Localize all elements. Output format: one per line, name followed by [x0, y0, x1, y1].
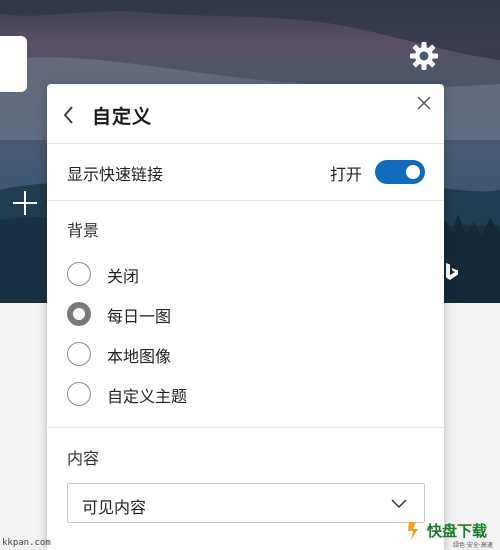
background-option-daily-image[interactable]: 每日一图: [67, 300, 367, 330]
customize-panel: 自定义 显示快速链接 打开 背景 关闭 每日一图 本地图像 自定义主题 内容 可…: [47, 84, 444, 550]
watermark-logo: 快盘下载 绿色·安全·高速: [407, 518, 500, 550]
radio-label: 自定义主题: [107, 387, 188, 406]
content-section-title: 内容: [67, 449, 100, 468]
radio-label: 关闭: [107, 267, 140, 286]
radio-button[interactable]: [67, 382, 91, 406]
back-chevron-icon[interactable]: [61, 104, 77, 126]
chevron-down-icon: [390, 496, 408, 510]
quick-links-state-label: 打开: [330, 165, 363, 184]
radio-button[interactable]: [67, 342, 91, 366]
kuaipan-logo-icon: [407, 518, 427, 542]
background-option-off[interactable]: 关闭: [67, 260, 367, 290]
panel-title: 自定义: [92, 106, 153, 128]
content-select[interactable]: 可见内容: [67, 483, 425, 523]
background-option-custom-theme[interactable]: 自定义主题: [67, 380, 367, 410]
watermark-subtext: 绿色·安全·高速: [453, 542, 493, 549]
close-icon[interactable]: [415, 94, 433, 112]
quick-links-row: 显示快速链接 打开: [47, 144, 444, 201]
gear-icon[interactable]: [408, 40, 440, 72]
divider: [47, 427, 444, 428]
watermark-text: 快盘下载: [427, 522, 488, 540]
search-box[interactable]: [0, 36, 27, 92]
add-icon[interactable]: [10, 188, 40, 218]
background-section-title: 背景: [67, 221, 100, 240]
bing-icon[interactable]: [444, 262, 460, 282]
panel-header: 自定义: [47, 84, 444, 144]
radio-button[interactable]: [67, 262, 91, 286]
quick-links-toggle[interactable]: [375, 160, 425, 184]
radio-label: 本地图像: [107, 347, 172, 366]
watermark-url: kkpan.com: [2, 538, 51, 548]
toggle-knob: [406, 165, 420, 179]
background-option-local-image[interactable]: 本地图像: [67, 340, 367, 370]
radio-button-checked[interactable]: [67, 302, 91, 326]
quick-links-label: 显示快速链接: [67, 165, 164, 184]
radio-label: 每日一图: [107, 307, 172, 326]
content-select-value: 可见内容: [82, 498, 147, 517]
